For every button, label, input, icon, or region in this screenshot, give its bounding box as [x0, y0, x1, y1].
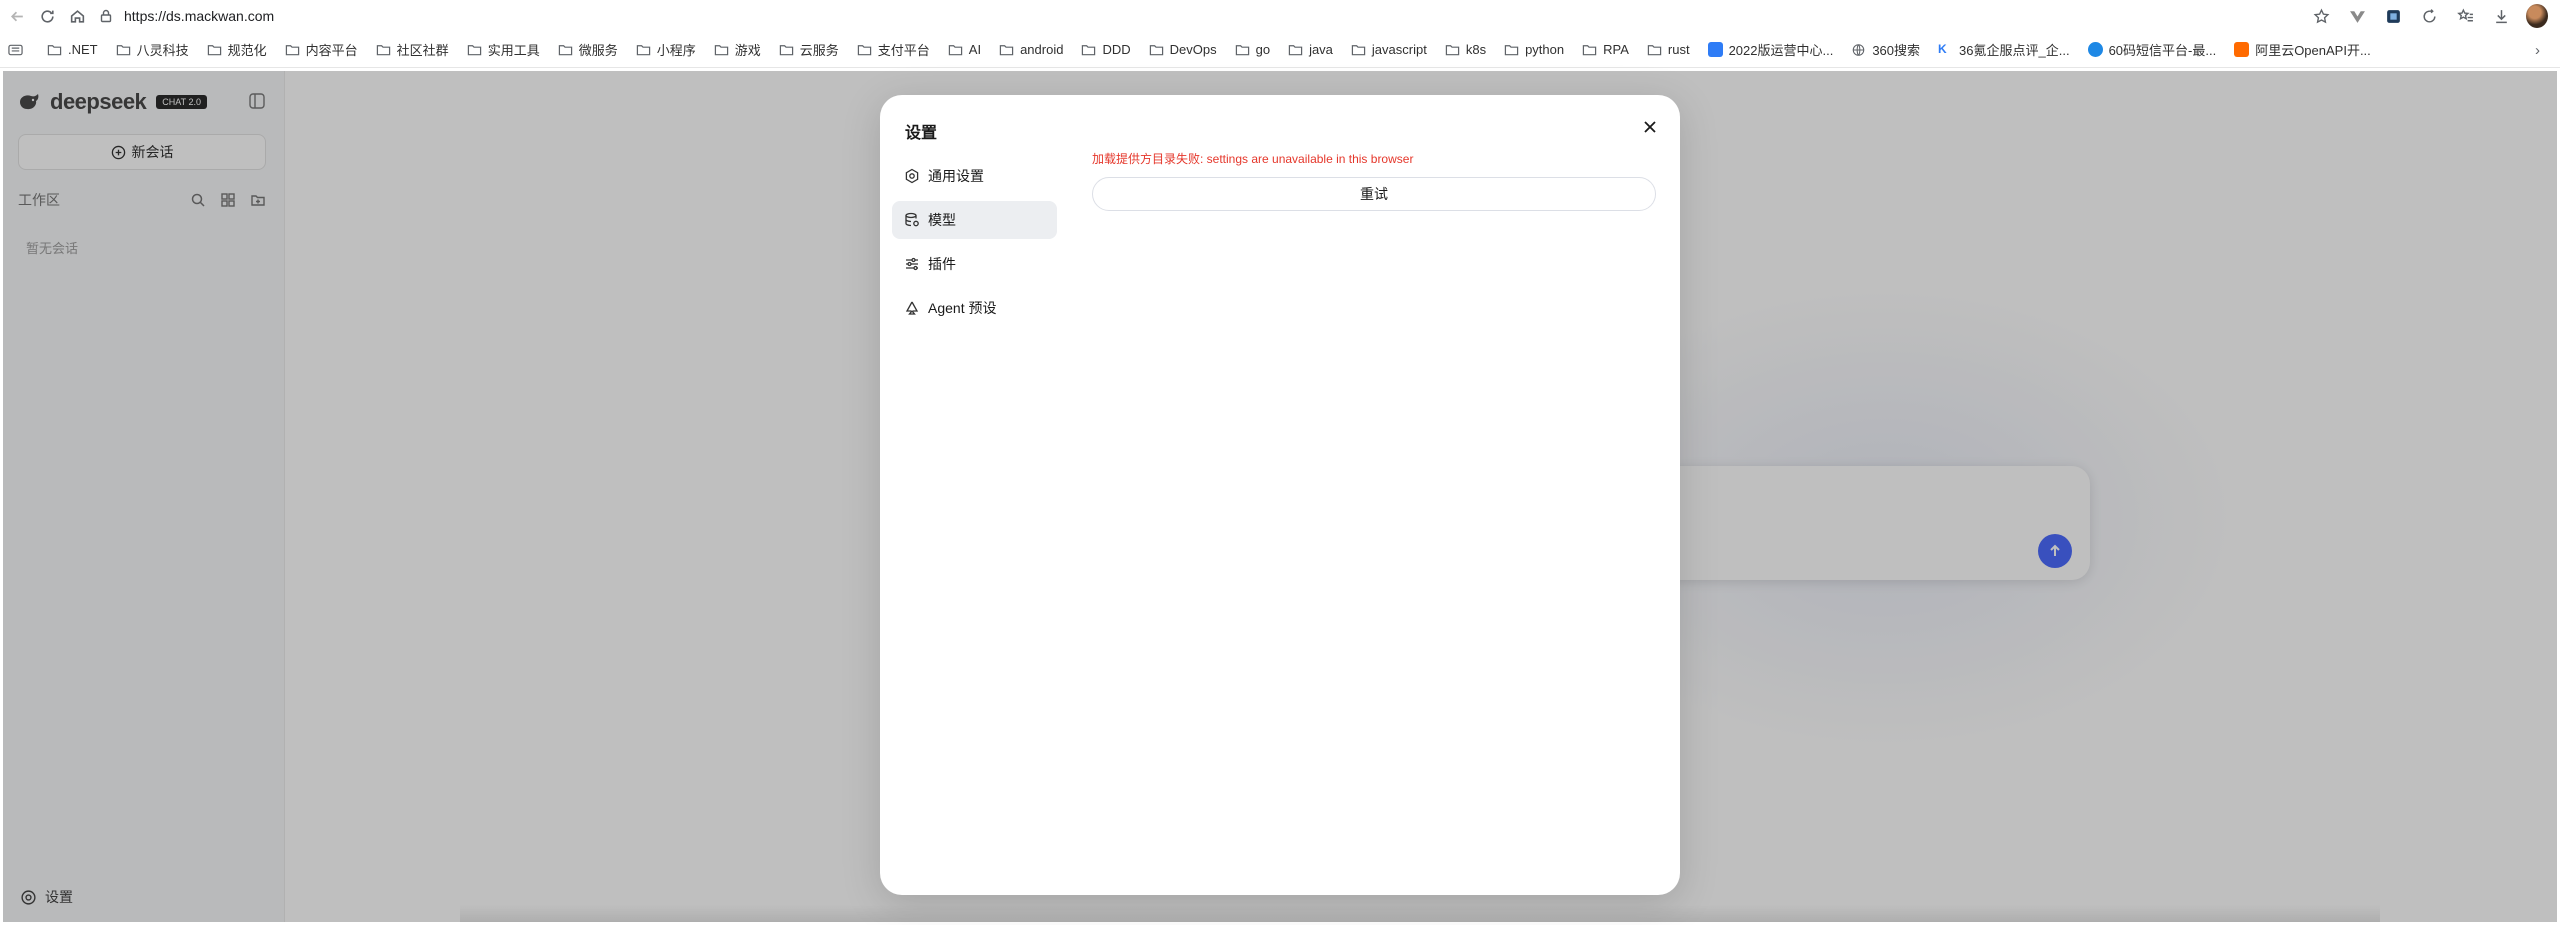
- sliders-icon: [906, 257, 918, 271]
- bookmark-folder[interactable]: k8s: [1445, 42, 1486, 57]
- bookmark-site-4[interactable]: 60码短信平台-最...: [2087, 40, 2216, 59]
- globe-icon: [1853, 43, 1865, 56]
- reload-icon[interactable]: [34, 3, 60, 29]
- favorite-star-icon[interactable]: [2310, 5, 2332, 27]
- back-icon[interactable]: [4, 3, 30, 29]
- bookmark-folder[interactable]: 云服务: [779, 40, 839, 59]
- browser-toolbar: https://ds.mackwan.com: [0, 0, 2560, 32]
- folder-icon: [1351, 44, 1366, 55]
- folder-icon: [285, 44, 299, 55]
- folder-icon: [636, 44, 650, 55]
- settings-nav: 通用设置 模型 插件 Agent 预设: [892, 157, 1057, 333]
- bookmark-folder[interactable]: 内容平台: [285, 40, 358, 59]
- bookmark-folder[interactable]: java: [1288, 42, 1333, 57]
- bookmark-folder[interactable]: rust: [1647, 42, 1690, 57]
- settings-nav-model[interactable]: 模型: [892, 201, 1057, 239]
- bookmark-site-1[interactable]: 2022版运营中心...: [1707, 40, 1833, 59]
- agent-icon: [905, 301, 919, 315]
- folder-icon: [1082, 44, 1096, 55]
- folder-icon: [376, 44, 390, 55]
- database-icon: [905, 212, 919, 227]
- settings-nav-plugins[interactable]: 插件: [892, 245, 1057, 283]
- bookmark-folder[interactable]: DDD: [1081, 42, 1131, 57]
- folder-icon: [1288, 44, 1303, 55]
- folder-icon: [857, 44, 871, 55]
- bookmark-site-3[interactable]: K 36氪企服点评_企...: [1938, 40, 2070, 59]
- extension-dark-icon[interactable]: [2382, 5, 2404, 27]
- bookmark-favicon-icon: K: [1938, 42, 1954, 57]
- folder-icon: [47, 44, 62, 55]
- folder-icon: [948, 44, 962, 55]
- bookmark-folder[interactable]: python: [1504, 42, 1564, 57]
- bookmark-folder[interactable]: 八灵科技: [116, 40, 189, 59]
- lock-icon: [100, 9, 112, 23]
- folder-icon: [1149, 44, 1163, 55]
- settings-dialog: 设置 通用设置 模型 插件 Agent 预设 加载提供方目录失败: settin…: [880, 95, 1680, 895]
- folder-icon: [467, 44, 481, 55]
- close-button[interactable]: [1640, 117, 1660, 137]
- retry-button[interactable]: 重试: [1092, 177, 1656, 211]
- error-message: 加载提供方目录失败: settings are unavailable in t…: [1092, 152, 1414, 166]
- profile-avatar[interactable]: [2526, 4, 2548, 28]
- folder-icon: [558, 44, 572, 55]
- folder-icon: [1504, 44, 1519, 55]
- extension-sync-icon[interactable]: [2418, 5, 2440, 27]
- bookmark-folder[interactable]: RPA: [1582, 42, 1629, 57]
- folder-icon: [1445, 44, 1460, 55]
- folder-icon: [779, 44, 793, 55]
- address-bar[interactable]: https://ds.mackwan.com: [98, 3, 2188, 29]
- bookmark-folder[interactable]: 社区社群: [376, 40, 449, 59]
- bookmark-folder[interactable]: android: [999, 42, 1063, 57]
- bookmark-folder[interactable]: AI: [948, 42, 981, 57]
- bookmark-folder[interactable]: 游戏: [714, 40, 761, 59]
- folder-icon: [1235, 44, 1249, 55]
- bookmarks-panel-icon[interactable]: [8, 43, 29, 57]
- folder-icon: [1647, 44, 1662, 55]
- extension-vue-icon[interactable]: [2346, 5, 2368, 27]
- bookmark-folder[interactable]: DevOps: [1149, 42, 1217, 57]
- bookmarks-bar: .NET 八灵科技 规范化 内容平台 社区社群 实用工具 微服务 小程序 游戏 云服务 支付平台 AI…: [0, 32, 2560, 68]
- bookmark-favicon-icon: [1707, 42, 1723, 57]
- folder-icon: [999, 44, 1014, 55]
- folder-icon: [714, 44, 728, 55]
- close-icon: [1644, 121, 1656, 133]
- bookmark-site-5[interactable]: 阿里云OpenAPI开...: [2234, 40, 2371, 59]
- dialog-title: 设置: [905, 125, 938, 142]
- settings-nav-general[interactable]: 通用设置: [892, 157, 1057, 195]
- folder-icon: [1582, 44, 1597, 55]
- bookmark-favicon-icon: [2087, 42, 2103, 57]
- chevron-right-icon[interactable]: ›: [2535, 32, 2540, 68]
- bookmark-folder[interactable]: .NET: [47, 42, 98, 57]
- home-icon[interactable]: [64, 3, 90, 29]
- bookmark-folder[interactable]: javascript: [1351, 42, 1427, 57]
- bookmark-folder[interactable]: 规范化: [207, 40, 267, 59]
- folder-icon: [116, 44, 130, 55]
- favorites-icon[interactable]: [2454, 5, 2476, 27]
- settings-nav-agent-presets[interactable]: Agent 预设: [892, 289, 1057, 327]
- bookmark-folder[interactable]: go: [1235, 42, 1270, 57]
- bookmark-folder[interactable]: 小程序: [636, 40, 696, 59]
- bookmark-folder[interactable]: 微服务: [558, 40, 618, 59]
- folder-icon: [207, 44, 221, 55]
- bookmark-site-2[interactable]: 360搜索: [1851, 40, 1920, 59]
- download-icon[interactable]: [2490, 5, 2512, 27]
- url-text: https://ds.mackwan.com: [124, 8, 275, 24]
- bookmark-favicon-icon: [2234, 42, 2250, 57]
- gear-icon: [905, 168, 919, 184]
- bookmark-folder[interactable]: 实用工具: [467, 40, 540, 59]
- bookmark-folder[interactable]: 支付平台: [857, 40, 930, 59]
